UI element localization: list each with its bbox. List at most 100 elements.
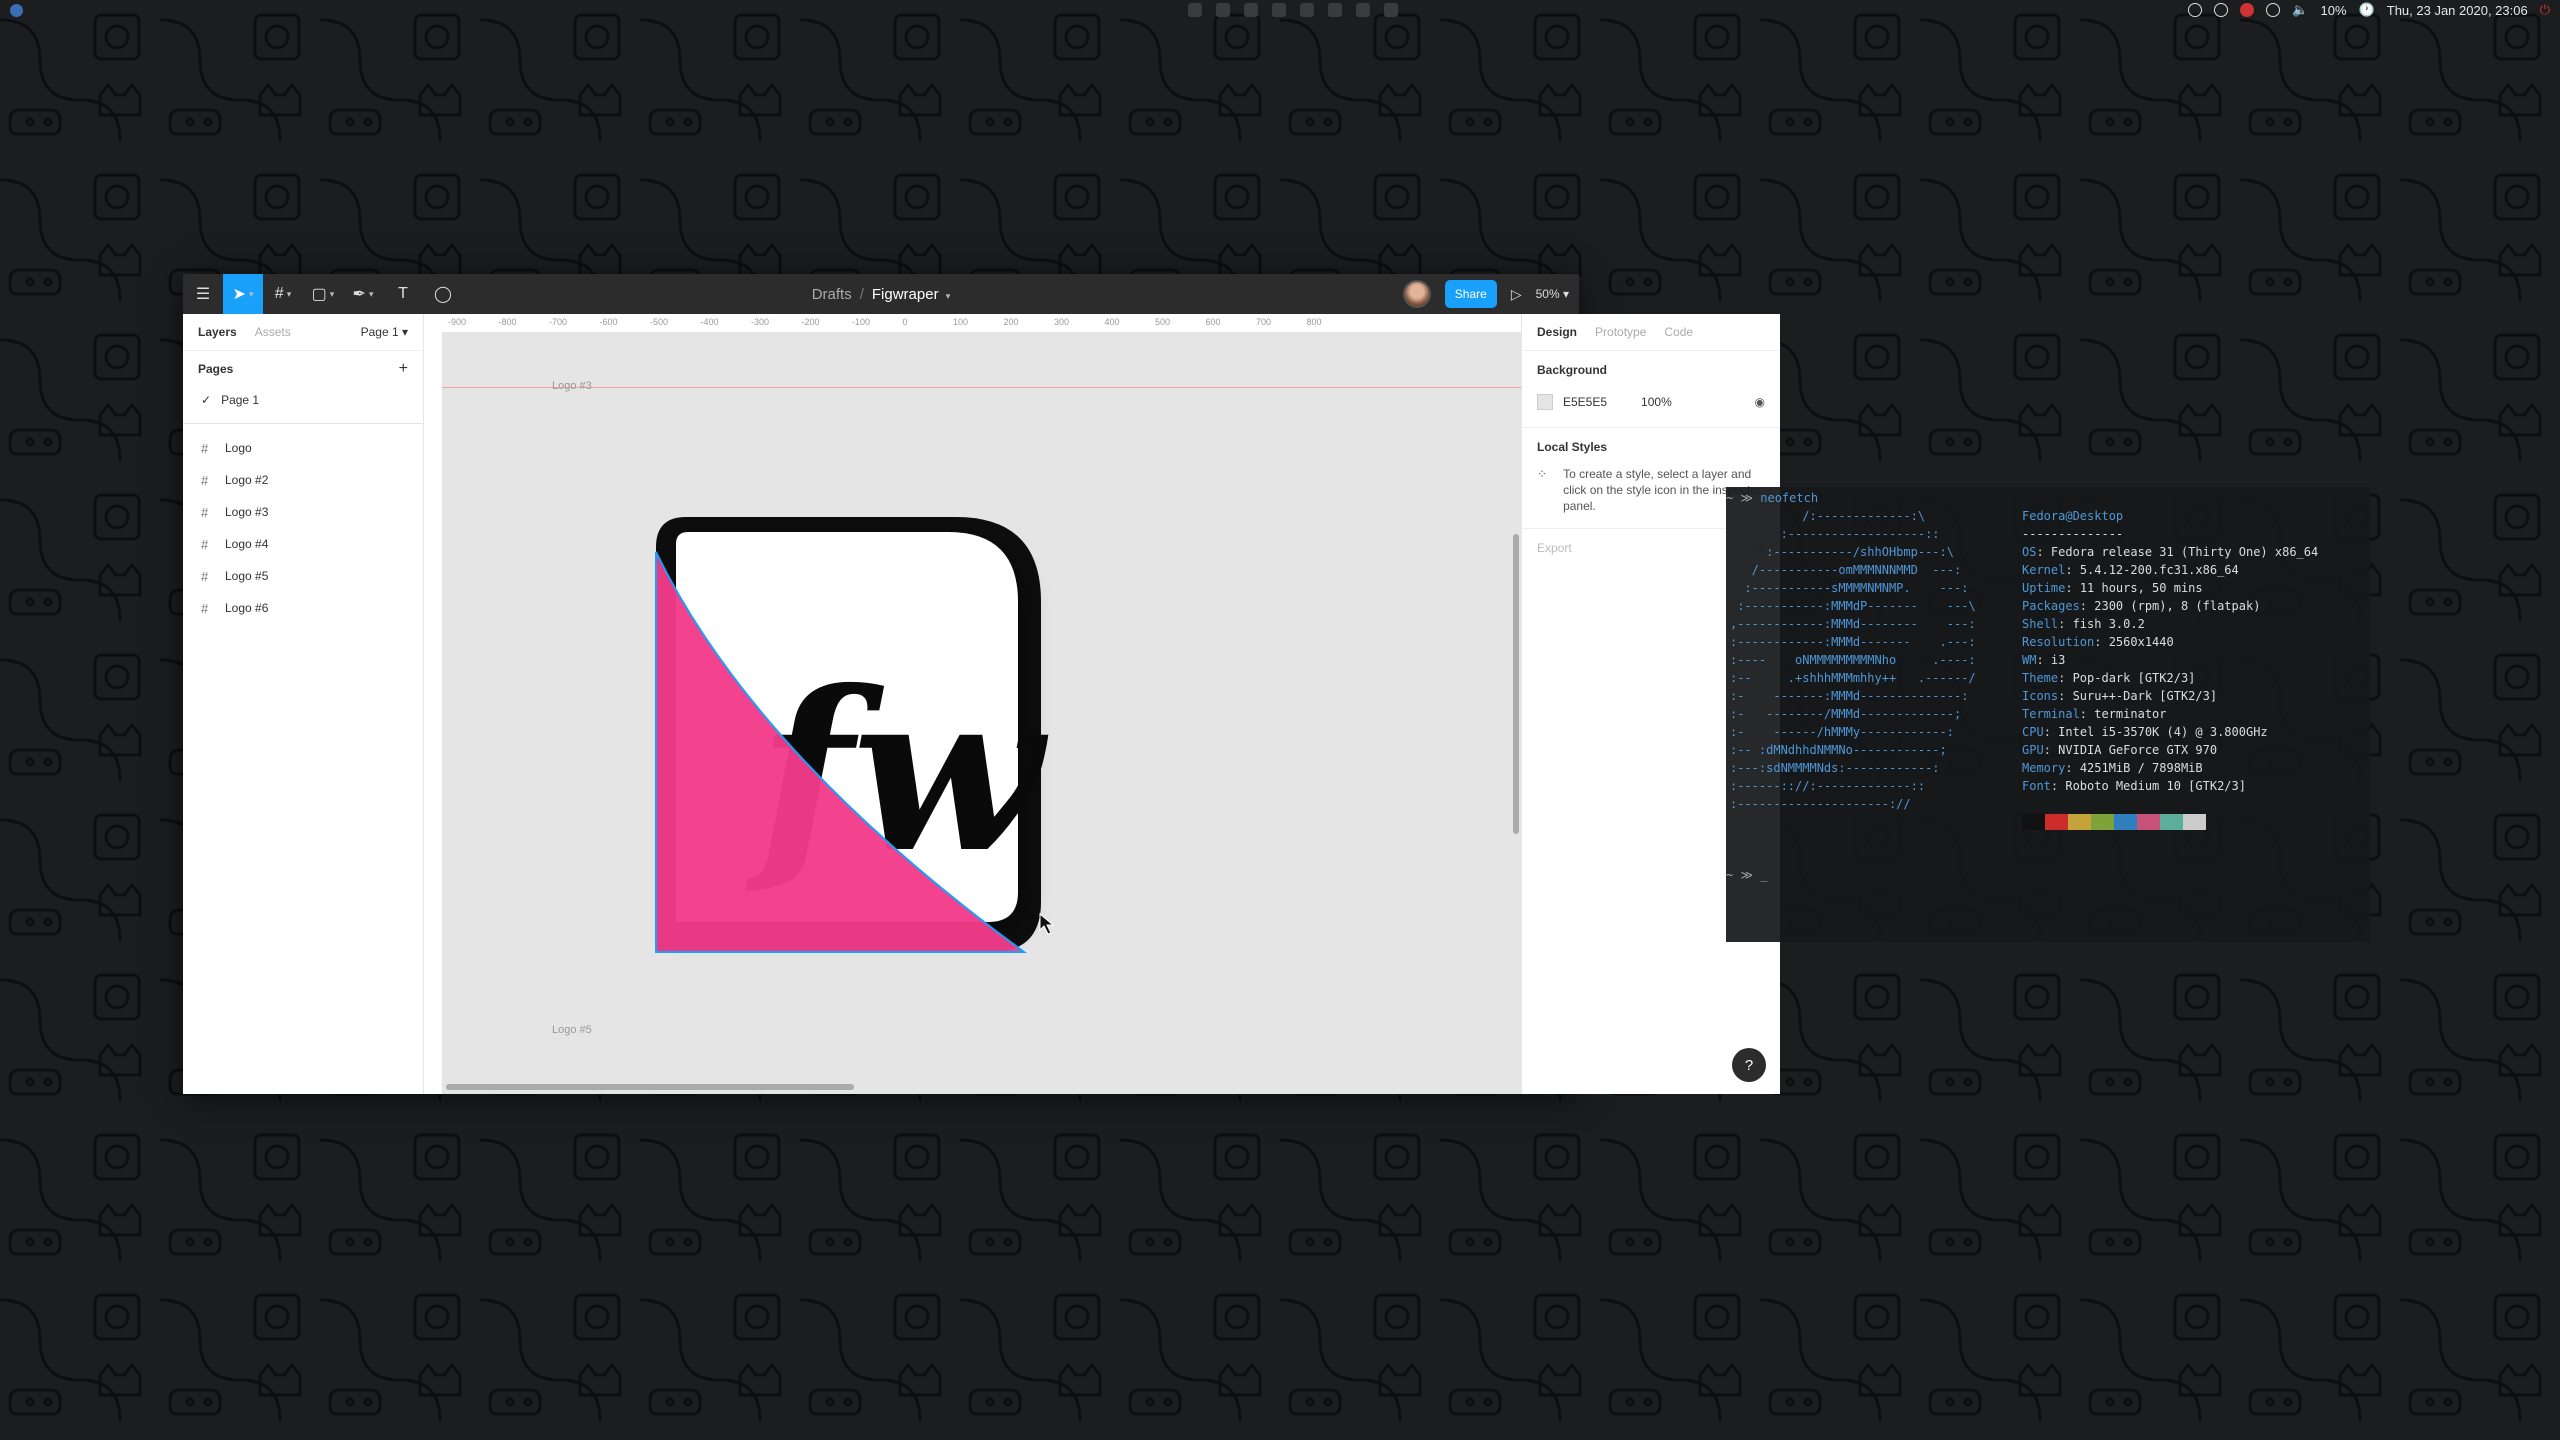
info-line: Font: Roboto Medium 10 [GTK2/3] xyxy=(2022,779,2246,793)
present-play-icon[interactable]: ▷ xyxy=(1511,286,1522,303)
palette-swatch xyxy=(2160,814,2183,830)
horizontal-scrollbar[interactable] xyxy=(446,1084,854,1090)
info-value: 2560x1440 xyxy=(2108,635,2174,649)
layer-label: Logo #3 xyxy=(225,505,269,519)
chevron-down-icon[interactable]: ▾ xyxy=(946,291,951,301)
tray-icon[interactable] xyxy=(1188,3,1202,17)
menu-icon[interactable]: ☰ xyxy=(183,274,223,314)
datetime[interactable]: Thu, 23 Jan 2020, 23:06 xyxy=(2387,3,2528,18)
layer-item[interactable]: # Logo #6 xyxy=(183,592,423,624)
pen-tool-button[interactable]: ✒ ▾ xyxy=(343,274,383,314)
info-line: Resolution: 2560x1440 xyxy=(2022,635,2174,649)
layer-item[interactable]: # Logo #3 xyxy=(183,496,423,528)
tab-design[interactable]: Design xyxy=(1537,325,1577,339)
file-name[interactable]: Figwraper xyxy=(872,286,939,303)
tray-icon[interactable] xyxy=(1216,3,1230,17)
tray-icon[interactable] xyxy=(1272,3,1286,17)
toolbar-right: Share ▷ 50% ▾ xyxy=(1402,280,1569,308)
design-canvas[interactable]: -900 -800 -700 -600 -500 -400 -300 -200 -100 0 100… xyxy=(424,314,1521,1094)
tab-prototype[interactable]: Prototype xyxy=(1595,325,1646,339)
info-value: Suru++-Dark [GTK2/3] xyxy=(2072,689,2218,703)
tab-assets[interactable]: Assets xyxy=(255,325,291,339)
add-page-icon[interactable]: + xyxy=(399,360,408,378)
breadcrumb-drafts[interactable]: Drafts xyxy=(812,286,852,303)
page-item[interactable]: ✓ Page 1 xyxy=(183,387,423,413)
info-value: Roboto Medium 10 [GTK2/3] xyxy=(2065,779,2246,793)
info-key: Shell xyxy=(2022,617,2059,631)
neofetch-info: Fedora@Desktop -------------- OS: Fedora… xyxy=(2022,507,2318,795)
avatar[interactable] xyxy=(1402,280,1431,308)
page-selector[interactable]: Page 1 ▾ xyxy=(361,325,408,339)
style-grid-icon: ⁘ xyxy=(1537,467,1548,481)
background-hex[interactable]: E5E5E5 xyxy=(1563,395,1607,409)
eye-icon[interactable]: ◉ xyxy=(1755,395,1765,409)
background-section: Background E5E5E5 100% ◉ xyxy=(1522,351,1780,428)
terminal-window[interactable]: ~ ≫ neofetch /:-------------:\ :--------… xyxy=(1726,487,2370,942)
tray-icon[interactable] xyxy=(1244,3,1258,17)
zoom-level: 50% xyxy=(1535,287,1560,301)
background-opacity[interactable]: 100% xyxy=(1641,395,1672,409)
palette-swatch xyxy=(2022,814,2045,830)
logo-artwork[interactable]: fw xyxy=(424,314,1521,1094)
background-fill-row[interactable]: E5E5E5 100% ◉ xyxy=(1537,389,1765,427)
info-value: terminator xyxy=(2094,707,2167,721)
lock-icon[interactable] xyxy=(2214,3,2229,17)
layer-item[interactable]: # Logo #2 xyxy=(183,464,423,496)
location-icon[interactable] xyxy=(2266,3,2281,17)
vertical-scrollbar[interactable] xyxy=(1513,534,1519,834)
page-selector-label: Page 1 xyxy=(360,325,399,339)
info-value: NVIDIA GeForce GTX 970 xyxy=(2058,743,2218,757)
shape-tool-button[interactable]: ▢ ▾ xyxy=(303,274,343,314)
chevron-down-icon: ▾ xyxy=(248,288,254,299)
layer-label: Logo #5 xyxy=(225,569,269,583)
local-styles-title: Local Styles xyxy=(1537,440,1608,454)
info-line: Uptime: 11 hours, 50 mins xyxy=(2022,581,2203,595)
terminal-prompt-cursor: ~ ≫ _ xyxy=(1726,868,1768,882)
layer-item[interactable]: # Logo #5 xyxy=(183,560,423,592)
info-value: 4251MiB / 7898MiB xyxy=(2079,761,2203,775)
user-host: Fedora@Desktop xyxy=(2022,509,2124,523)
info-value: 5.4.12-200.fc31.x86_64 xyxy=(2079,563,2239,577)
page-item-label: Page 1 xyxy=(221,393,260,407)
tray-icon[interactable] xyxy=(1384,3,1398,17)
background-title: Background xyxy=(1537,363,1608,377)
comment-tool-button[interactable]: ◯ xyxy=(423,274,463,314)
tab-layers[interactable]: Layers xyxy=(198,325,237,339)
share-button[interactable]: Share xyxy=(1444,280,1497,308)
help-button[interactable]: ? xyxy=(1732,1048,1766,1082)
tray-icon[interactable] xyxy=(1300,3,1314,17)
tab-code[interactable]: Code xyxy=(1664,325,1693,339)
layer-item[interactable]: # Logo #4 xyxy=(183,528,423,560)
fedora-logo-icon[interactable] xyxy=(10,4,23,17)
layer-item[interactable]: # Logo xyxy=(183,432,423,464)
info-value: Pop-dark [GTK2/3] xyxy=(2072,671,2196,685)
left-panel-tabs: Layers Assets Page 1 ▾ xyxy=(183,314,423,351)
status-icon[interactable] xyxy=(2188,3,2203,17)
info-key: Font xyxy=(2022,779,2051,793)
tray-icon[interactable] xyxy=(1356,3,1370,17)
color-swatch[interactable] xyxy=(1537,394,1553,410)
volume-icon[interactable]: 🔈 xyxy=(2292,2,2308,18)
tray-icon[interactable] xyxy=(1328,3,1342,17)
status-icon[interactable] xyxy=(2240,3,2255,17)
info-key: Packages xyxy=(2022,599,2080,613)
move-tool-button[interactable]: ➤ ▾ xyxy=(223,274,263,314)
figma-window: ☰ ➤ ▾ # ▾ ▢ ▾ ✒ ▾ T ◯ Drafts / Figwraper ▾ Sha… xyxy=(183,274,1780,1094)
frame-tool-button[interactable]: # ▾ xyxy=(263,274,303,314)
layer-label: Logo #4 xyxy=(225,537,269,551)
info-value: fish 3.0.2 xyxy=(2072,617,2145,631)
info-line: Memory: 4251MiB / 7898MiB xyxy=(2022,761,2203,775)
chevron-down-icon: ▾ xyxy=(368,288,374,299)
info-value: Fedora release 31 (Thirty One) x86_64 xyxy=(2050,545,2319,559)
palette-swatch xyxy=(2045,814,2068,830)
frame-icon: # xyxy=(201,536,209,552)
text-tool-button[interactable]: T xyxy=(383,274,423,314)
palette-swatch xyxy=(2114,814,2137,830)
chevron-down-icon: ▾ xyxy=(329,288,335,299)
volume-level: 10% xyxy=(2320,2,2347,18)
right-panel-tabs: Design Prototype Code xyxy=(1522,314,1780,351)
palette-swatch xyxy=(2091,814,2114,830)
zoom-dropdown[interactable]: 50% ▾ xyxy=(1536,287,1569,301)
figma-toolbar: ☰ ➤ ▾ # ▾ ▢ ▾ ✒ ▾ T ◯ Drafts / Figwraper ▾ Sha… xyxy=(183,274,1579,314)
power-icon[interactable]: ⏻ xyxy=(2540,2,2550,18)
